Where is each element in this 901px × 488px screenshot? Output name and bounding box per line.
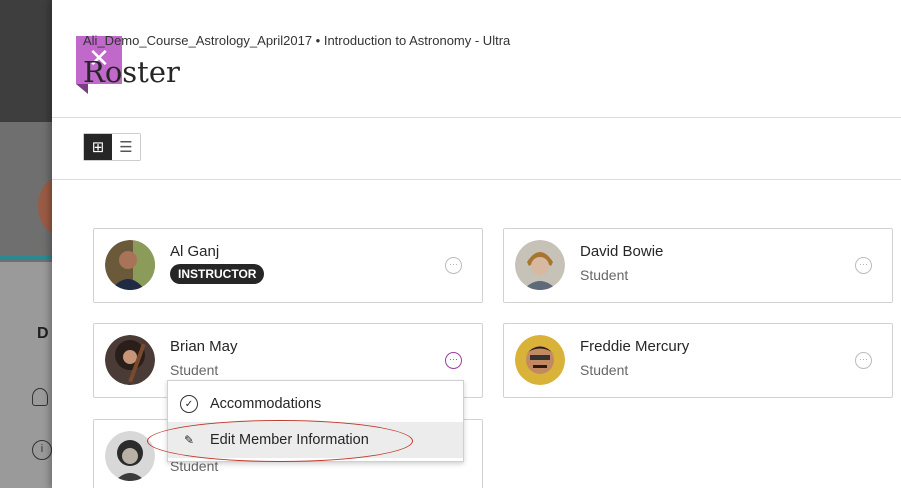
member-role: Student — [580, 362, 629, 378]
avatar — [515, 335, 565, 385]
pencil-icon: ✎ — [183, 433, 195, 447]
member-name: Freddie Mercury — [580, 338, 690, 355]
menu-item-label: Accommodations — [210, 396, 322, 412]
avatar — [105, 240, 155, 290]
view-toggle: ⊞ ☰ — [83, 133, 141, 161]
more-options-icon[interactable]: ··· — [855, 352, 872, 369]
toolbar-divider — [52, 179, 901, 180]
member-card-freddie-mercury[interactable]: Freddie Mercury Student ··· — [503, 323, 893, 398]
page-title: Roster — [83, 55, 180, 89]
background-user-icon — [32, 388, 48, 406]
breadcrumb: Ali_Demo_Course_Astrology_April2017 • In… — [83, 33, 511, 48]
instructor-badge: INSTRUCTOR — [170, 264, 265, 284]
more-options-icon[interactable]: ··· — [855, 257, 872, 274]
member-name: David Bowie — [580, 243, 664, 260]
list-view-icon[interactable]: ☰ — [112, 134, 140, 160]
background-accent-bar — [0, 255, 52, 259]
grid-view-icon[interactable]: ⊞ — [84, 134, 112, 160]
background-letter: D — [37, 325, 49, 342]
avatar — [105, 431, 155, 481]
avatar — [105, 335, 155, 385]
check-circle-icon: ✓ — [180, 395, 198, 413]
more-options-icon[interactable]: ··· — [445, 257, 462, 274]
background-page: D i — [0, 0, 52, 488]
background-info-icon: i — [32, 440, 52, 460]
member-name: Brian May — [170, 338, 238, 355]
background-avatar — [38, 178, 52, 234]
member-role: Student — [580, 267, 629, 283]
member-name: Al Ganj — [170, 243, 220, 260]
more-options-icon[interactable]: ··· — [445, 352, 462, 369]
member-card-al-ganj[interactable]: Al Ganj INSTRUCTOR ··· — [93, 228, 483, 303]
avatar — [515, 240, 565, 290]
menu-item-edit-member-information[interactable]: ✎ Edit Member Information — [168, 422, 463, 458]
member-role: Student — [170, 362, 219, 378]
menu-item-accommodations[interactable]: ✓ Accommodations — [168, 386, 463, 422]
member-context-menu: ✓ Accommodations ✎ Edit Member Informati… — [167, 380, 464, 462]
header-divider — [52, 117, 901, 118]
background-header — [0, 0, 52, 122]
member-card-david-bowie[interactable]: David Bowie Student ··· — [503, 228, 893, 303]
menu-item-label: Edit Member Information — [210, 432, 369, 448]
